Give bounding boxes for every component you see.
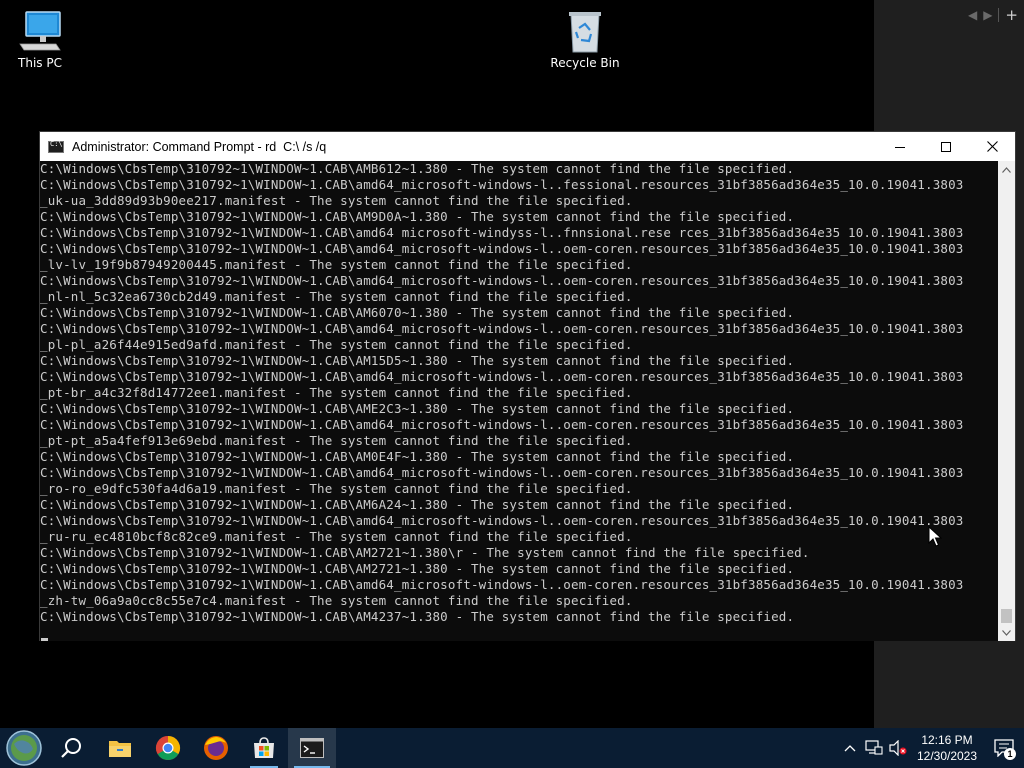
search-icon — [61, 738, 81, 758]
window-titlebar[interactable]: Administrator: Command Prompt - rd C:\ /… — [40, 132, 1015, 161]
chevron-down-icon — [1002, 629, 1011, 636]
console-line: C:\Windows\CbsTemp\310792~1\WINDOW~1.CAB… — [40, 449, 795, 464]
console-line: _uk-ua_3dd89d93b90ee217.manifest - The s… — [40, 193, 633, 208]
chevron-up-icon — [844, 745, 856, 752]
console-line: _pt-br_a4c32f8d14772ee1.manifest - The s… — [40, 385, 633, 400]
console-line: C:\Windows\CbsTemp\310792~1\WINDOW~1.CAB… — [40, 609, 795, 624]
console-line: _nl-nl_5c32ea6730cb2d49.manifest - The s… — [40, 289, 633, 304]
show-hidden-icons-button[interactable] — [838, 728, 862, 768]
recycle-bin-icon — [569, 12, 601, 53]
store-icon — [254, 737, 274, 758]
mouse-pointer-icon — [928, 526, 942, 547]
minimize-icon — [895, 146, 905, 148]
console-line: C:\Windows\CbsTemp\310792~1\WINDOW~1.CAB… — [40, 241, 964, 256]
console-line: _ro-ro_e9dfc530fa4d6a19.manifest - The s… — [40, 481, 633, 496]
console-line: C:\Windows\CbsTemp\310792~1\WINDOW~1.CAB… — [40, 321, 964, 336]
globe-icon — [6, 730, 42, 766]
vertical-scrollbar[interactable] — [998, 161, 1015, 641]
maximize-button[interactable] — [923, 132, 969, 161]
firefox-button[interactable] — [192, 728, 240, 768]
console-line: _pt-pt_a5a4fef913e69ebd.manifest - The s… — [40, 433, 633, 448]
console-line: C:\Windows\CbsTemp\310792~1\WINDOW~1.CAB… — [40, 561, 795, 576]
console-line: _pl-pl_a26f44e915ed9afd.manifest - The s… — [40, 337, 633, 352]
cmd-window[interactable]: Administrator: Command Prompt - rd C:\ /… — [39, 131, 1016, 641]
notification-count-badge: 1 — [1004, 748, 1016, 760]
start-button[interactable] — [0, 728, 48, 768]
add-button[interactable]: + — [1005, 6, 1018, 24]
window-controls — [877, 132, 1015, 161]
console-line: C:\Windows\CbsTemp\310792~1\WINDOW~1.CAB… — [40, 273, 964, 288]
text-cursor — [41, 638, 48, 641]
desktop-icon-this-pc[interactable]: This PC — [0, 10, 80, 70]
console-line: C:\Windows\CbsTemp\310792~1\WINDOW~1.CAB… — [40, 513, 964, 528]
nav-divider — [998, 8, 1000, 22]
console-line: C:\Windows\CbsTemp\310792~1\WINDOW~1.CAB… — [40, 497, 795, 512]
minimize-button[interactable] — [877, 132, 923, 161]
volume-button[interactable] — [886, 728, 910, 768]
console-line: C:\Windows\CbsTemp\310792~1\WINDOW~1.CAB… — [40, 577, 964, 592]
console-line: _zh-tw_06a9a0cc8c55e7c4.manifest - The s… — [40, 593, 633, 608]
clock-date: 12/30/2023 — [916, 749, 978, 763]
network-icon — [865, 740, 883, 755]
console-line: C:\Windows\CbsTemp\310792~1\WINDOW~1.CAB… — [40, 353, 795, 368]
chevron-up-icon — [1002, 166, 1011, 173]
scroll-up-button[interactable] — [998, 161, 1015, 178]
desktop-icon-recycle-bin[interactable]: Recycle Bin — [545, 10, 625, 70]
desktop-icon-label: This PC — [18, 56, 62, 70]
console-line: C:\Windows\CbsTemp\310792~1\WINDOW~1.CAB… — [40, 369, 964, 384]
firefox-icon — [204, 736, 228, 760]
scrollbar-thumb[interactable] — [1001, 609, 1012, 623]
side-panel-nav: ◀ ▶ + — [968, 6, 1018, 24]
scroll-down-button[interactable] — [998, 624, 1015, 641]
cmd-taskbar-button[interactable] — [288, 728, 336, 768]
console-line: C:\Windows\CbsTemp\310792~1\WINDOW~1.CAB… — [40, 401, 795, 416]
chrome-icon — [155, 736, 181, 761]
console-line: _lv-lv_19f9b87949200445.manifest - The s… — [40, 257, 633, 272]
console-line: C:\Windows\CbsTemp\310792~1\WINDOW~1.CAB… — [40, 545, 810, 560]
network-button[interactable] — [862, 728, 886, 768]
system-tray: 12:16 PM 12/30/2023 1 — [838, 728, 1024, 768]
file-explorer-button[interactable] — [96, 728, 144, 768]
close-icon — [986, 141, 998, 152]
cmd-icon — [300, 738, 324, 758]
desktop-icon-label: Recycle Bin — [550, 56, 620, 70]
console-output[interactable]: C:\Windows\CbsTemp\310792~1\WINDOW~1.CAB… — [40, 161, 1000, 641]
chrome-button[interactable] — [144, 728, 192, 768]
taskbar-clock[interactable]: 12:16 PM 12/30/2023 — [910, 732, 984, 764]
computer-icon — [19, 11, 61, 51]
cmd-icon — [48, 140, 64, 153]
folder-icon — [109, 741, 131, 757]
taskbar: 12:16 PM 12/30/2023 1 — [0, 728, 1024, 768]
console-line: C:\Windows\CbsTemp\310792~1\WINDOW~1.CAB… — [40, 177, 964, 192]
console-line: C:\Windows\CbsTemp\310792~1\WINDOW~1.CAB… — [40, 161, 795, 176]
console-line: C:\Windows\CbsTemp\310792~1\WINDOW~1.CAB… — [40, 225, 964, 240]
clock-time: 12:16 PM — [921, 733, 973, 747]
console-line: C:\Windows\CbsTemp\310792~1\WINDOW~1.CAB… — [40, 305, 795, 320]
store-button[interactable] — [240, 728, 288, 768]
console-line: C:\Windows\CbsTemp\310792~1\WINDOW~1.CAB… — [40, 209, 795, 224]
search-button[interactable] — [48, 728, 96, 768]
window-title: Administrator: Command Prompt - rd C:\ /… — [72, 139, 327, 154]
console-line: _ru-ru_ec4810bcf8c82ce9.manifest - The s… — [40, 529, 633, 544]
console-line: C:\Windows\CbsTemp\310792~1\WINDOW~1.CAB… — [40, 417, 964, 432]
maximize-icon — [941, 141, 951, 152]
close-button[interactable] — [969, 132, 1015, 161]
volume-muted-icon — [889, 740, 907, 756]
action-center-button[interactable]: 1 — [984, 728, 1024, 768]
console-line: C:\Windows\CbsTemp\310792~1\WINDOW~1.CAB… — [40, 465, 964, 480]
nav-prev-button[interactable]: ◀ — [968, 8, 977, 22]
nav-next-button[interactable]: ▶ — [983, 8, 992, 22]
